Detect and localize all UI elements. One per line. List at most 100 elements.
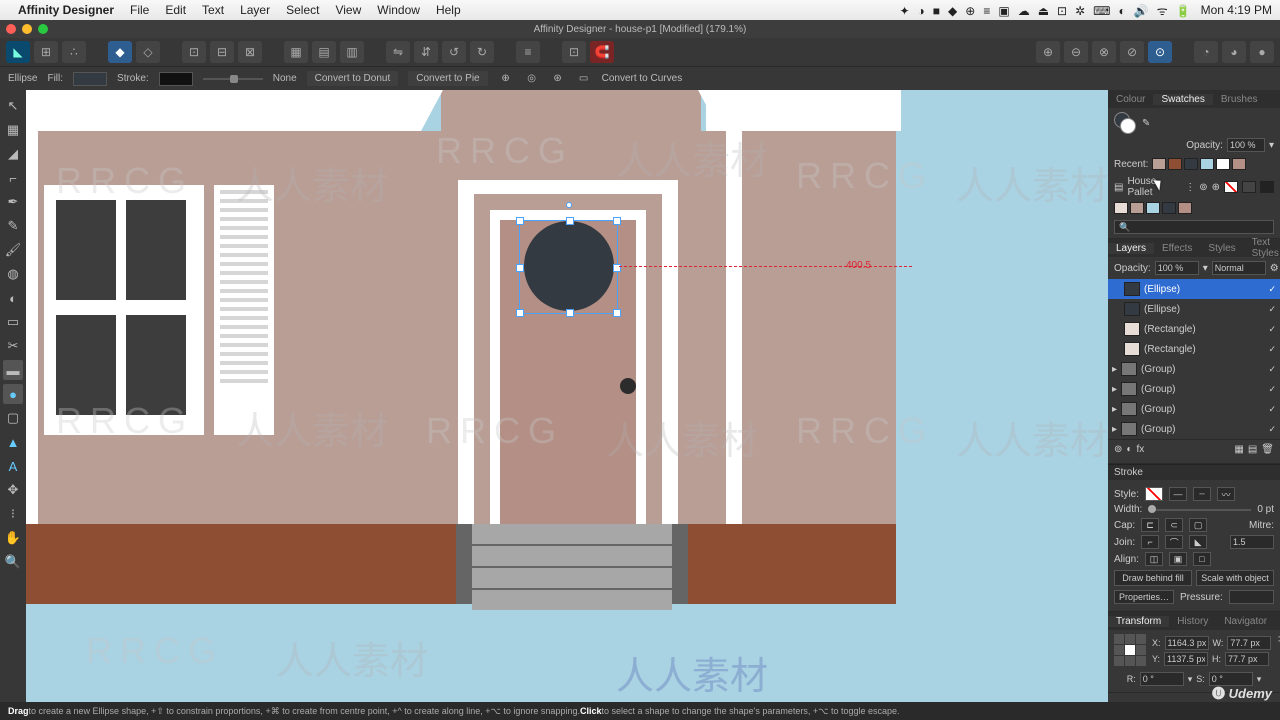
flip-h-icon[interactable]: ⇋: [386, 41, 410, 63]
layer-row[interactable]: ▸(Group)✓: [1108, 379, 1280, 399]
scale-with-object-button[interactable]: Scale with object: [1196, 570, 1274, 586]
draw-behind-button[interactable]: Draw behind fill: [1114, 570, 1192, 586]
tab-navigator[interactable]: Navigator: [1216, 616, 1275, 627]
cap-round-icon[interactable]: ⊂: [1165, 518, 1183, 532]
tray-icon[interactable]: ▣: [998, 4, 1009, 18]
stroke-none-icon[interactable]: [1145, 487, 1163, 501]
place-tool-icon[interactable]: ▭: [3, 312, 23, 332]
palette-swatch[interactable]: [1130, 202, 1144, 214]
menu-layer[interactable]: Layer: [240, 3, 270, 17]
tab-textstyles[interactable]: Text Styles: [1244, 237, 1280, 259]
anchor-point-grid[interactable]: [1114, 634, 1146, 668]
corner-icon[interactable]: ◕: [1222, 41, 1246, 63]
menu-text[interactable]: Text: [202, 3, 224, 17]
h-input[interactable]: [1225, 652, 1269, 666]
recent-swatch[interactable]: [1200, 158, 1214, 170]
tray-icon[interactable]: ⌨: [1093, 4, 1110, 18]
tray-icon[interactable]: ⊕: [965, 4, 975, 18]
layer-mask-icon[interactable]: ◐: [1126, 444, 1132, 455]
pressure-curve[interactable]: [1229, 590, 1274, 604]
palette-menu-icon[interactable]: ⋮: [1185, 182, 1195, 193]
rotate-ccw-icon[interactable]: ↺: [442, 41, 466, 63]
menu-help[interactable]: Help: [436, 3, 461, 17]
arrange-button[interactable]: ▥: [340, 41, 364, 63]
menu-view[interactable]: View: [335, 3, 361, 17]
recent-swatch[interactable]: [1152, 158, 1166, 170]
opacity-input[interactable]: [1227, 138, 1265, 152]
expand-icon[interactable]: ▸: [1112, 364, 1117, 375]
visibility-checkbox[interactable]: ✓: [1268, 324, 1276, 335]
stroke-brush-icon[interactable]: 〰: [1217, 487, 1235, 501]
boolean-divide-icon[interactable]: ⊘: [1120, 41, 1144, 63]
artboard-tool-icon[interactable]: ▦: [3, 120, 23, 140]
ellipse-tool-icon[interactable]: ●: [3, 384, 23, 404]
expand-icon[interactable]: ▸: [1112, 384, 1117, 395]
visibility-checkbox[interactable]: ✓: [1268, 384, 1276, 395]
layer-row[interactable]: ▸(Group)✓: [1108, 359, 1280, 379]
colour-picker-icon[interactable]: ⁝: [3, 504, 23, 524]
layer-row[interactable]: ▸(Group)✓: [1108, 419, 1280, 439]
hand-tool-icon[interactable]: ✋: [3, 528, 23, 548]
layer-row[interactable]: (Ellipse)✓: [1108, 279, 1280, 299]
tray-icon[interactable]: ᯤ: [1157, 4, 1168, 18]
convert-curves-button[interactable]: Convert to Curves: [602, 73, 683, 84]
tab-history[interactable]: History: [1169, 616, 1216, 627]
swatch[interactable]: [1242, 181, 1256, 193]
tray-icon[interactable]: ✦: [899, 4, 909, 18]
recent-swatch[interactable]: [1216, 158, 1230, 170]
visibility-checkbox[interactable]: ✓: [1268, 404, 1276, 415]
layer-opacity-input[interactable]: [1155, 261, 1199, 275]
none-swatch[interactable]: [1224, 181, 1238, 193]
align-button[interactable]: ≡: [516, 41, 540, 63]
layer-row[interactable]: (Ellipse)✓: [1108, 299, 1280, 319]
fill-tool-icon[interactable]: ◍: [3, 264, 23, 284]
palette-opts-icon[interactable]: ⊕: [1212, 182, 1220, 193]
transform-origin-icon[interactable]: ⊕: [498, 71, 514, 87]
align-inside-icon[interactable]: ▣: [1169, 552, 1187, 566]
zoom-tool-icon[interactable]: 🔍: [3, 552, 23, 572]
visibility-checkbox[interactable]: ✓: [1268, 284, 1276, 295]
app-menu[interactable]: Affinity Designer: [18, 3, 114, 17]
corner-icon[interactable]: ◔: [1194, 41, 1218, 63]
tray-icon[interactable]: ■: [933, 4, 940, 18]
stroke-dash-icon[interactable]: ┄: [1193, 487, 1211, 501]
selection-bounds[interactable]: [519, 220, 618, 314]
tab-brushes[interactable]: Brushes: [1213, 94, 1266, 105]
join-round-icon[interactable]: ⌒: [1165, 535, 1183, 549]
palette-swatch[interactable]: [1162, 202, 1176, 214]
toolbar-button[interactable]: ⊡: [562, 41, 586, 63]
toolbar-button[interactable]: ◆: [108, 41, 132, 63]
tray-icon[interactable]: 🔊: [1134, 4, 1149, 18]
menu-select[interactable]: Select: [286, 3, 319, 17]
pen-tool-icon[interactable]: ✒: [3, 192, 23, 212]
align-outside-icon[interactable]: □: [1193, 552, 1211, 566]
visibility-checkbox[interactable]: ✓: [1268, 424, 1276, 435]
tab-layers[interactable]: Layers: [1108, 243, 1154, 254]
window-close-button[interactable]: [6, 24, 16, 34]
tab-swatches[interactable]: Swatches: [1153, 94, 1212, 105]
arrange-button[interactable]: ▤: [312, 41, 336, 63]
palette-icon[interactable]: ▤: [1114, 182, 1123, 193]
stroke-swatch[interactable]: [159, 72, 193, 86]
y-input[interactable]: [1164, 652, 1208, 666]
stroke-width-slider[interactable]: [203, 78, 263, 80]
gear-icon[interactable]: ⚙: [1270, 263, 1279, 274]
recent-swatch[interactable]: [1168, 158, 1182, 170]
tray-icon[interactable]: ⏏: [1038, 4, 1049, 18]
rotation-handle[interactable]: [566, 202, 572, 208]
expand-icon[interactable]: ▸: [1112, 404, 1117, 415]
x-input[interactable]: [1165, 636, 1209, 650]
text-tool-icon[interactable]: A: [3, 456, 23, 476]
convert-pie-button[interactable]: Convert to Pie: [408, 71, 487, 86]
join-bevel-icon[interactable]: ◣: [1189, 535, 1207, 549]
layer-row[interactable]: (Rectangle)✓: [1108, 339, 1280, 359]
stroke-solid-icon[interactable]: ―: [1169, 487, 1187, 501]
palette-swatch[interactable]: [1178, 202, 1192, 214]
recent-swatch[interactable]: [1232, 158, 1246, 170]
move-tool-icon[interactable]: ↖: [3, 96, 23, 116]
persona-designer-icon[interactable]: ◣: [6, 41, 30, 63]
tab-colour[interactable]: Colour: [1108, 94, 1153, 105]
snapping-toggle-icon[interactable]: 🧲: [590, 41, 614, 63]
tray-icon[interactable]: ☁: [1018, 4, 1030, 18]
palette-swatch[interactable]: [1114, 202, 1128, 214]
